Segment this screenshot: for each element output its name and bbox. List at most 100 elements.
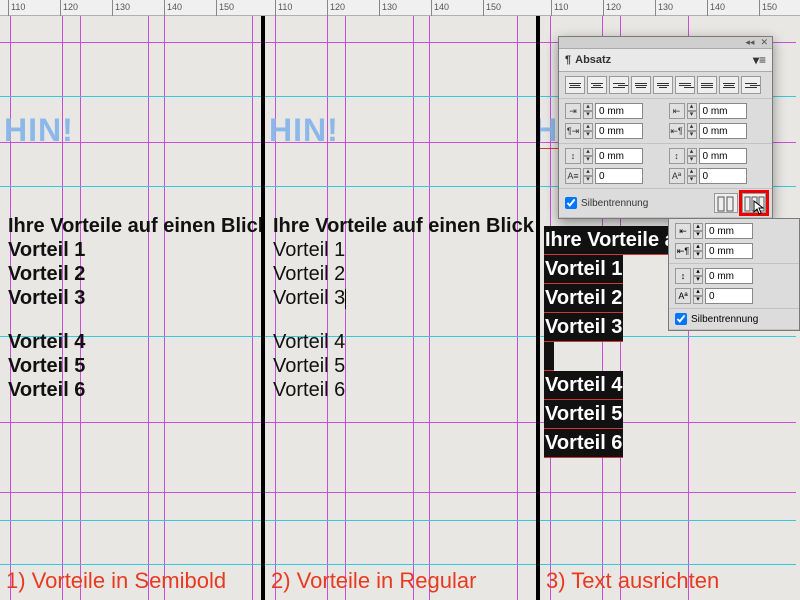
panel-topbar[interactable]: ◂◂ ✕ [559, 37, 772, 49]
split-columns-button[interactable] [742, 193, 766, 213]
stepper-up-icon[interactable]: ▴ [583, 168, 593, 176]
stepper-down-icon[interactable]: ▾ [583, 176, 593, 184]
stepper-up-icon[interactable]: ▴ [693, 223, 703, 231]
left-indent-field[interactable]: ⇥ ▴▾ [565, 103, 663, 119]
benefit-line: Vorteil 1 [273, 238, 534, 262]
benefit-line: Vorteil 2 [8, 262, 265, 286]
text-block-regular[interactable]: Ihre Vorteile auf einen Blick Vorteil 1 … [273, 214, 534, 402]
panel-title: Absatz [575, 54, 611, 66]
secondary-space-field[interactable]: ↕ ▴▾ [675, 268, 793, 284]
last-line-indent-field[interactable]: ⇤¶ ▴▾ [669, 123, 767, 139]
justify-right-button[interactable] [675, 76, 695, 94]
align-left-button[interactable] [565, 76, 585, 94]
benefit-line-selected: Vorteil 3 [544, 313, 623, 342]
stepper-up-icon[interactable]: ▴ [687, 123, 697, 131]
stepper-down-icon[interactable]: ▾ [687, 156, 697, 164]
benefit-line: Vorteil 3 [273, 286, 534, 310]
headline-hin: HIN! [4, 112, 74, 149]
secondary-indent-input[interactable] [705, 223, 753, 239]
stepper-down-icon[interactable]: ▾ [583, 131, 593, 139]
align-away-spine-button[interactable] [741, 76, 761, 94]
stepper-up-icon[interactable]: ▴ [687, 103, 697, 111]
ruler-tick: 120 [327, 0, 345, 16]
secondary-hyphenation-row[interactable]: Silbentrennung [669, 309, 799, 330]
align-towards-spine-button[interactable] [719, 76, 739, 94]
align-right-button[interactable] [609, 76, 629, 94]
ruler-tick: 110 [275, 0, 292, 16]
span-columns-button[interactable] [714, 193, 738, 213]
space-after-icon: ↕ [669, 148, 685, 164]
stepper-down-icon[interactable]: ▾ [693, 231, 703, 239]
panel-collapse-icon[interactable]: ◂◂ [745, 37, 754, 48]
drop-cap-chars-field[interactable]: Aª ▴▾ [669, 168, 767, 184]
stepper-down-icon[interactable]: ▾ [583, 156, 593, 164]
text-block-semibold[interactable]: Ihre Vorteile auf einen Blick Vorteil 1 … [8, 214, 265, 402]
drop-cap-chars-input[interactable] [699, 168, 747, 184]
indent-icon: ⇤¶ [675, 243, 691, 259]
last-line-indent-input[interactable] [699, 123, 747, 139]
headline-hin: HIN! [269, 112, 339, 149]
space-before-input[interactable] [595, 148, 643, 164]
stepper-down-icon[interactable]: ▾ [693, 276, 703, 284]
ruler-tick: 120 [603, 0, 621, 16]
benefit-line: Vorteil 3 [8, 286, 265, 310]
secondary-indent-field[interactable]: ⇤ ▴▾ [675, 223, 793, 239]
left-indent-input[interactable] [595, 103, 643, 119]
right-indent-input[interactable] [699, 103, 747, 119]
benefit-line: Vorteil 2 [273, 262, 534, 286]
stepper-up-icon[interactable]: ▴ [693, 268, 703, 276]
secondary-dropcap-input[interactable] [705, 288, 753, 304]
drop-cap-lines-input[interactable] [595, 168, 643, 184]
stepper-down-icon[interactable]: ▾ [583, 111, 593, 119]
panel-tab-absatz[interactable]: ¶ Absatz ▾≡ [559, 49, 772, 72]
space-before-icon: ↕ [565, 148, 581, 164]
stepper-up-icon[interactable]: ▴ [693, 288, 703, 296]
first-line-indent-input[interactable] [595, 123, 643, 139]
paragraph-panel[interactable]: ◂◂ ✕ ¶ Absatz ▾≡ ⇥ ▴▾ ⇤ ▴▾ [558, 36, 773, 219]
horizontal-ruler: 110 120 130 140 150 110 120 130 140 150 … [0, 0, 800, 16]
secondary-indent-field-2[interactable]: ⇤¶ ▴▾ [675, 243, 793, 259]
drop-cap-chars-icon: Aª [669, 168, 685, 184]
stepper-up-icon[interactable]: ▴ [687, 148, 697, 156]
benefit-line-selected: Vorteil 5 [544, 400, 623, 429]
panel-menu-icon[interactable]: ▾≡ [753, 53, 766, 67]
stepper-down-icon[interactable]: ▾ [687, 131, 697, 139]
panel-close-icon[interactable]: ✕ [760, 37, 768, 48]
ruler-tick: 140 [431, 0, 449, 16]
stepper-up-icon[interactable]: ▴ [583, 148, 593, 156]
stepper-down-icon[interactable]: ▾ [693, 251, 703, 259]
stepper-up-icon[interactable]: ▴ [583, 123, 593, 131]
hyphenation-row[interactable]: Silbentrennung [559, 189, 772, 218]
caption-2: 2) Vorteile in Regular [271, 568, 476, 594]
space-after-input[interactable] [699, 148, 747, 164]
secondary-hyphenation-checkbox[interactable] [675, 313, 687, 325]
drop-cap-lines-field[interactable]: A≡ ▴▾ [565, 168, 663, 184]
ruler-tick: 130 [379, 0, 397, 16]
stepper-down-icon[interactable]: ▾ [687, 111, 697, 119]
ruler-tick: 150 [216, 0, 234, 16]
align-center-button[interactable] [587, 76, 607, 94]
paragraph-panel-secondary[interactable]: ⇤ ▴▾ ⇤¶ ▴▾ ↕ ▴▾ Aª ▴▾ [668, 218, 800, 331]
hyphenation-label: Silbentrennung [581, 198, 648, 209]
justify-all-button[interactable] [697, 76, 717, 94]
caption-1: 1) Vorteile in Semibold [6, 568, 226, 594]
stepper-up-icon[interactable]: ▴ [583, 103, 593, 111]
dropcap-icon: Aª [675, 288, 691, 304]
space-after-field[interactable]: ↕ ▴▾ [669, 148, 767, 164]
justify-left-button[interactable] [631, 76, 651, 94]
secondary-dropcap-field[interactable]: Aª ▴▾ [675, 288, 793, 304]
stepper-up-icon[interactable]: ▴ [687, 168, 697, 176]
stepper-down-icon[interactable]: ▾ [687, 176, 697, 184]
ruler-tick: 130 [112, 0, 130, 16]
caption-3: 3) Text ausrichten [546, 568, 719, 594]
right-indent-field[interactable]: ⇤ ▴▾ [669, 103, 767, 119]
secondary-space-input[interactable] [705, 268, 753, 284]
first-line-indent-field[interactable]: ¶⇥ ▴▾ [565, 123, 663, 139]
hyphenation-checkbox[interactable] [565, 197, 577, 209]
secondary-indent-input-2[interactable] [705, 243, 753, 259]
stepper-down-icon[interactable]: ▾ [693, 296, 703, 304]
space-before-field[interactable]: ↕ ▴▾ [565, 148, 663, 164]
justify-center-button[interactable] [653, 76, 673, 94]
benefit-line: Vorteil 4 [8, 330, 265, 354]
stepper-up-icon[interactable]: ▴ [693, 243, 703, 251]
